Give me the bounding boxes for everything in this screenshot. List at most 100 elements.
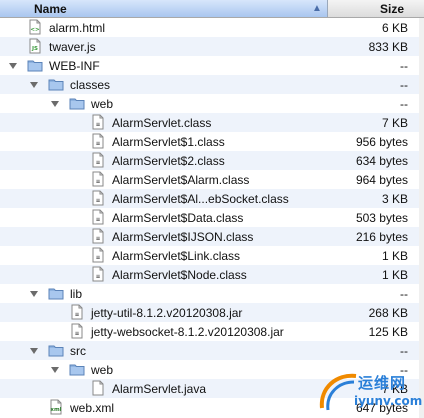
folder-icon	[48, 285, 64, 301]
class-file-icon: ≡	[90, 266, 106, 282]
item-size: --	[400, 59, 408, 73]
column-header-bar: Name ▲ Size	[0, 0, 424, 18]
watermark-text-cn: 运维网	[358, 374, 407, 392]
folder-icon	[69, 361, 85, 377]
list-item[interactable]: ≡ AlarmServlet$Al...ebSocket.class 3 KB	[0, 189, 424, 208]
class-file-icon: ≡	[90, 171, 106, 187]
list-item[interactable]: ≡ jetty-util-8.1.2.v20120308.jar 268 KB	[0, 303, 424, 322]
list-item[interactable]: JS twaver.js 833 KB	[0, 37, 424, 56]
svg-text:≡: ≡	[96, 217, 101, 223]
item-name: web	[91, 97, 114, 111]
xml-file-icon: xml	[48, 399, 64, 415]
disclosure-triangle-icon[interactable]	[29, 79, 39, 89]
item-size: 503 bytes	[355, 211, 408, 225]
item-size: 833 KB	[368, 40, 408, 54]
sort-ascending-icon[interactable]: ▲	[312, 3, 322, 14]
js-file-icon: JS	[27, 38, 43, 54]
class-file-icon: ≡	[90, 133, 106, 149]
class-file-icon: ≡	[90, 228, 106, 244]
list-item[interactable]: ≡ AlarmServlet$Node.class 1 KB	[0, 265, 424, 284]
item-size: 125 KB	[368, 325, 408, 339]
list-item[interactable]: web --	[0, 94, 424, 113]
list-item[interactable]: lib --	[0, 284, 424, 303]
item-name: AlarmServlet.java	[112, 382, 207, 396]
watermark-text-url: iyunv.com	[354, 394, 423, 408]
svg-text:≡: ≡	[75, 331, 80, 337]
item-name: AlarmServlet$1.class	[112, 135, 225, 149]
class-file-icon: ≡	[90, 114, 106, 130]
svg-text:≡: ≡	[96, 160, 101, 166]
item-size: 1 KB	[381, 249, 408, 263]
svg-text:≡: ≡	[96, 198, 101, 204]
item-name: AlarmServlet$2.class	[112, 154, 225, 168]
class-file-icon: ≡	[90, 152, 106, 168]
list-item[interactable]: WEB-INF --	[0, 56, 424, 75]
item-size: 6 KB	[381, 21, 408, 35]
item-size: --	[400, 344, 408, 358]
watermark-logo: 运维网 iyunv.com	[314, 366, 424, 418]
svg-text:xml: xml	[50, 407, 61, 413]
svg-text:≡: ≡	[96, 179, 101, 185]
item-name: jetty-websocket-8.1.2.v20120308.jar	[91, 325, 284, 339]
jar-file-icon: ≡	[69, 304, 85, 320]
disclosure-triangle-icon[interactable]	[50, 364, 60, 374]
item-name: AlarmServlet$Data.class	[112, 211, 244, 225]
folder-icon	[48, 342, 64, 358]
jar-file-icon: ≡	[69, 323, 85, 339]
list-item[interactable]: src --	[0, 341, 424, 360]
disclosure-triangle-icon[interactable]	[29, 345, 39, 355]
svg-text:≡: ≡	[96, 255, 101, 261]
html-file-icon: <>	[27, 19, 43, 35]
item-name: AlarmServlet$Node.class	[112, 268, 247, 282]
class-file-icon: ≡	[90, 209, 106, 225]
list-item[interactable]: <> alarm.html 6 KB	[0, 18, 424, 37]
list-item[interactable]: ≡ AlarmServlet.class 7 KB	[0, 113, 424, 132]
item-name: AlarmServlet$Link.class	[112, 249, 241, 263]
item-size: --	[400, 78, 408, 92]
list-item[interactable]: classes --	[0, 75, 424, 94]
item-name: AlarmServlet$Al...ebSocket.class	[112, 192, 289, 206]
item-size: 964 bytes	[355, 173, 408, 187]
folder-icon	[48, 76, 64, 92]
svg-text:JS: JS	[31, 46, 38, 52]
svg-text:≡: ≡	[75, 312, 80, 318]
folder-icon	[27, 57, 43, 73]
list-item[interactable]: ≡ jetty-websocket-8.1.2.v20120308.jar 125 …	[0, 322, 424, 341]
size-column-header[interactable]: Size	[380, 2, 404, 16]
item-size: 634 bytes	[355, 154, 408, 168]
class-file-icon: ≡	[90, 247, 106, 263]
list-item[interactable]: ≡ AlarmServlet$Alarm.class 964 bytes	[0, 170, 424, 189]
item-size: 3 KB	[381, 192, 408, 206]
list-item[interactable]: ≡ AlarmServlet$2.class 634 bytes	[0, 151, 424, 170]
item-name: alarm.html	[49, 21, 106, 35]
item-name: AlarmServlet$Alarm.class	[112, 173, 250, 187]
name-column-header[interactable]: Name ▲	[0, 0, 328, 17]
list-item[interactable]: ≡ AlarmServlet$IJSON.class 216 bytes	[0, 227, 424, 246]
item-name: WEB-INF	[49, 59, 100, 73]
item-size: 7 KB	[381, 116, 408, 130]
svg-text:≡: ≡	[96, 122, 101, 128]
item-name: src	[70, 344, 86, 358]
list-item[interactable]: ≡ AlarmServlet$1.class 956 bytes	[0, 132, 424, 151]
disclosure-triangle-icon[interactable]	[50, 98, 60, 108]
item-size: 268 KB	[368, 306, 408, 320]
disclosure-triangle-icon[interactable]	[29, 288, 39, 298]
item-name: web.xml	[70, 401, 115, 415]
svg-text:≡: ≡	[96, 274, 101, 280]
list-item[interactable]: ≡ AlarmServlet$Link.class 1 KB	[0, 246, 424, 265]
svg-text:<>: <>	[30, 27, 40, 33]
item-name: jetty-util-8.1.2.v20120308.jar	[91, 306, 243, 320]
item-name: twaver.js	[49, 40, 96, 54]
item-size: --	[400, 287, 408, 301]
item-size: 956 bytes	[355, 135, 408, 149]
item-name: web	[91, 363, 114, 377]
item-name: lib	[70, 287, 83, 301]
disclosure-triangle-icon[interactable]	[8, 60, 18, 70]
item-size: --	[400, 97, 408, 111]
vertical-scrollbar[interactable]	[419, 18, 424, 418]
list-item[interactable]: ≡ AlarmServlet$Data.class 503 bytes	[0, 208, 424, 227]
item-name: classes	[70, 78, 111, 92]
item-name: AlarmServlet.class	[112, 116, 212, 130]
item-size: 1 KB	[381, 268, 408, 282]
class-file-icon: ≡	[90, 190, 106, 206]
